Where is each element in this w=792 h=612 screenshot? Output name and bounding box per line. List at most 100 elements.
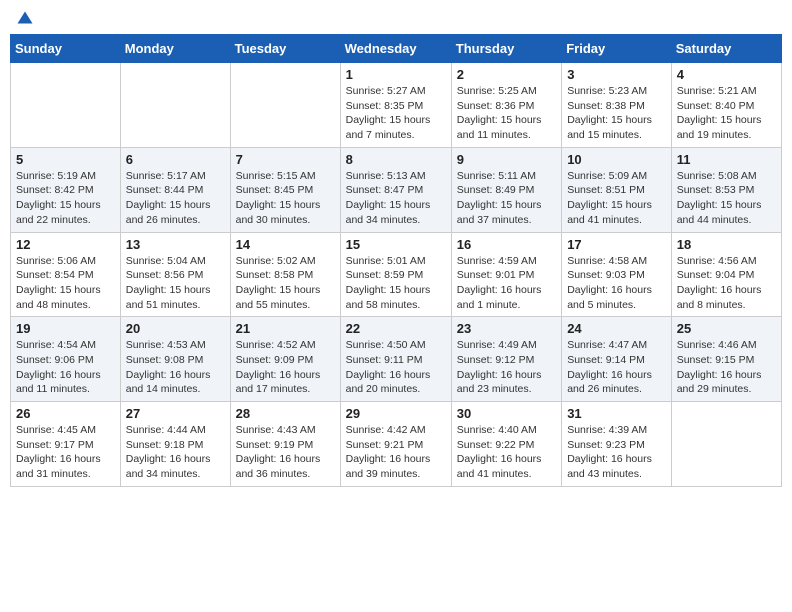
- day-number: 18: [677, 237, 776, 252]
- day-info: Sunrise: 5:17 AMSunset: 8:44 PMDaylight:…: [126, 169, 225, 228]
- day-info: Sunrise: 5:08 AMSunset: 8:53 PMDaylight:…: [677, 169, 776, 228]
- day-number: 10: [567, 152, 666, 167]
- calendar-table: SundayMondayTuesdayWednesdayThursdayFrid…: [10, 34, 782, 487]
- calendar-week-row: 5 Sunrise: 5:19 AMSunset: 8:42 PMDaylight…: [11, 147, 782, 232]
- day-number: 3: [567, 67, 666, 82]
- day-number: 8: [346, 152, 446, 167]
- day-of-week-header: Tuesday: [230, 35, 340, 63]
- day-info: Sunrise: 5:27 AMSunset: 8:35 PMDaylight:…: [346, 84, 446, 143]
- day-info: Sunrise: 4:43 AMSunset: 9:19 PMDaylight:…: [236, 423, 335, 482]
- day-info: Sunrise: 4:50 AMSunset: 9:11 PMDaylight:…: [346, 338, 446, 397]
- day-info: Sunrise: 4:49 AMSunset: 9:12 PMDaylight:…: [457, 338, 556, 397]
- day-info: Sunrise: 5:09 AMSunset: 8:51 PMDaylight:…: [567, 169, 666, 228]
- calendar-cell: 13 Sunrise: 5:04 AMSunset: 8:56 PMDayligh…: [120, 232, 230, 317]
- calendar-cell: 24 Sunrise: 4:47 AMSunset: 9:14 PMDayligh…: [562, 317, 672, 402]
- calendar-cell: 30Sunrise: 4:40 AMSunset: 9:22 PMDayligh…: [451, 402, 561, 487]
- calendar-cell: 22 Sunrise: 4:50 AMSunset: 9:11 PMDayligh…: [340, 317, 451, 402]
- day-number: 27: [126, 406, 225, 421]
- day-info: Sunrise: 5:06 AMSunset: 8:54 PMDaylight:…: [16, 254, 115, 313]
- calendar-cell: 8 Sunrise: 5:13 AMSunset: 8:47 PMDaylight…: [340, 147, 451, 232]
- calendar-week-row: 26 Sunrise: 4:45 AMSunset: 9:17 PMDayligh…: [11, 402, 782, 487]
- day-number: 14: [236, 237, 335, 252]
- day-number: 23: [457, 321, 556, 336]
- day-of-week-header: Monday: [120, 35, 230, 63]
- day-of-week-header: Sunday: [11, 35, 121, 63]
- calendar-header-row: SundayMondayTuesdayWednesdayThursdayFrid…: [11, 35, 782, 63]
- calendar-cell: [230, 63, 340, 148]
- calendar-cell: 21Sunrise: 4:52 AMSunset: 9:09 PMDayligh…: [230, 317, 340, 402]
- calendar-week-row: 12 Sunrise: 5:06 AMSunset: 8:54 PMDayligh…: [11, 232, 782, 317]
- calendar-cell: 9 Sunrise: 5:11 AMSunset: 8:49 PMDaylight…: [451, 147, 561, 232]
- day-number: 5: [16, 152, 115, 167]
- calendar-cell: 27 Sunrise: 4:44 AMSunset: 9:18 PMDayligh…: [120, 402, 230, 487]
- calendar-cell: 6 Sunrise: 5:17 AMSunset: 8:44 PMDaylight…: [120, 147, 230, 232]
- day-number: 15: [346, 237, 446, 252]
- calendar-cell: 28 Sunrise: 4:43 AMSunset: 9:19 PMDayligh…: [230, 402, 340, 487]
- day-info: Sunrise: 4:39 AMSunset: 9:23 PMDaylight:…: [567, 423, 666, 482]
- day-info: Sunrise: 4:42 AMSunset: 9:21 PMDaylight:…: [346, 423, 446, 482]
- day-number: 29: [346, 406, 446, 421]
- day-number: 7: [236, 152, 335, 167]
- day-info: Sunrise: 4:53 AMSunset: 9:08 PMDaylight:…: [126, 338, 225, 397]
- day-of-week-header: Wednesday: [340, 35, 451, 63]
- day-number: 24: [567, 321, 666, 336]
- day-info: Sunrise: 4:44 AMSunset: 9:18 PMDaylight:…: [126, 423, 225, 482]
- day-of-week-header: Friday: [562, 35, 672, 63]
- calendar-cell: 11 Sunrise: 5:08 AMSunset: 8:53 PMDayligh…: [671, 147, 781, 232]
- day-number: 20: [126, 321, 225, 336]
- calendar-cell: 26 Sunrise: 4:45 AMSunset: 9:17 PMDayligh…: [11, 402, 121, 487]
- day-info: Sunrise: 5:04 AMSunset: 8:56 PMDaylight:…: [126, 254, 225, 313]
- day-number: 31: [567, 406, 666, 421]
- day-info: Sunrise: 4:47 AMSunset: 9:14 PMDaylight:…: [567, 338, 666, 397]
- calendar-cell: 5 Sunrise: 5:19 AMSunset: 8:42 PMDaylight…: [11, 147, 121, 232]
- calendar-cell: 12 Sunrise: 5:06 AMSunset: 8:54 PMDayligh…: [11, 232, 121, 317]
- day-info: Sunrise: 5:21 AMSunset: 8:40 PMDaylight:…: [677, 84, 776, 143]
- page-header: [10, 10, 782, 28]
- day-number: 1: [346, 67, 446, 82]
- day-number: 12: [16, 237, 115, 252]
- calendar-cell: 17Sunrise: 4:58 AMSunset: 9:03 PMDayligh…: [562, 232, 672, 317]
- day-info: Sunrise: 5:23 AMSunset: 8:38 PMDaylight:…: [567, 84, 666, 143]
- day-info: Sunrise: 5:02 AMSunset: 8:58 PMDaylight:…: [236, 254, 335, 313]
- day-number: 13: [126, 237, 225, 252]
- day-info: Sunrise: 5:19 AMSunset: 8:42 PMDaylight:…: [16, 169, 115, 228]
- day-number: 22: [346, 321, 446, 336]
- calendar-week-row: 1 Sunrise: 5:27 AMSunset: 8:35 PMDaylight…: [11, 63, 782, 148]
- calendar-cell: 3 Sunrise: 5:23 AMSunset: 8:38 PMDaylight…: [562, 63, 672, 148]
- calendar-cell: 19Sunrise: 4:54 AMSunset: 9:06 PMDayligh…: [11, 317, 121, 402]
- calendar-cell: 10 Sunrise: 5:09 AMSunset: 8:51 PMDayligh…: [562, 147, 672, 232]
- day-number: 6: [126, 152, 225, 167]
- day-info: Sunrise: 4:40 AMSunset: 9:22 PMDaylight:…: [457, 423, 556, 482]
- day-number: 11: [677, 152, 776, 167]
- day-info: Sunrise: 5:11 AMSunset: 8:49 PMDaylight:…: [457, 169, 556, 228]
- day-number: 28: [236, 406, 335, 421]
- day-number: 2: [457, 67, 556, 82]
- logo-icon: [16, 10, 34, 28]
- day-info: Sunrise: 4:54 AMSunset: 9:06 PMDaylight:…: [16, 338, 115, 397]
- calendar-cell: 20 Sunrise: 4:53 AMSunset: 9:08 PMDayligh…: [120, 317, 230, 402]
- logo: [14, 10, 34, 28]
- day-of-week-header: Saturday: [671, 35, 781, 63]
- day-info: Sunrise: 4:46 AMSunset: 9:15 PMDaylight:…: [677, 338, 776, 397]
- calendar-cell: 25Sunrise: 4:46 AMSunset: 9:15 PMDayligh…: [671, 317, 781, 402]
- calendar-cell: 15Sunrise: 5:01 AMSunset: 8:59 PMDayligh…: [340, 232, 451, 317]
- day-number: 16: [457, 237, 556, 252]
- calendar-cell: 7Sunrise: 5:15 AMSunset: 8:45 PMDaylight…: [230, 147, 340, 232]
- day-info: Sunrise: 4:45 AMSunset: 9:17 PMDaylight:…: [16, 423, 115, 482]
- day-info: Sunrise: 4:56 AMSunset: 9:04 PMDaylight:…: [677, 254, 776, 313]
- calendar-cell: 29 Sunrise: 4:42 AMSunset: 9:21 PMDayligh…: [340, 402, 451, 487]
- calendar-cell: 4 Sunrise: 5:21 AMSunset: 8:40 PMDaylight…: [671, 63, 781, 148]
- day-number: 4: [677, 67, 776, 82]
- day-info: Sunrise: 4:59 AMSunset: 9:01 PMDaylight:…: [457, 254, 556, 313]
- day-number: 9: [457, 152, 556, 167]
- calendar-cell: 14 Sunrise: 5:02 AMSunset: 8:58 PMDayligh…: [230, 232, 340, 317]
- day-info: Sunrise: 5:13 AMSunset: 8:47 PMDaylight:…: [346, 169, 446, 228]
- calendar-cell: 31 Sunrise: 4:39 AMSunset: 9:23 PMDayligh…: [562, 402, 672, 487]
- calendar-cell: 2Sunrise: 5:25 AMSunset: 8:36 PMDaylight…: [451, 63, 561, 148]
- calendar-cell: [671, 402, 781, 487]
- day-number: 26: [16, 406, 115, 421]
- day-info: Sunrise: 4:52 AMSunset: 9:09 PMDaylight:…: [236, 338, 335, 397]
- calendar-cell: 23 Sunrise: 4:49 AMSunset: 9:12 PMDayligh…: [451, 317, 561, 402]
- calendar-cell: 16 Sunrise: 4:59 AMSunset: 9:01 PMDayligh…: [451, 232, 561, 317]
- calendar-cell: 1 Sunrise: 5:27 AMSunset: 8:35 PMDaylight…: [340, 63, 451, 148]
